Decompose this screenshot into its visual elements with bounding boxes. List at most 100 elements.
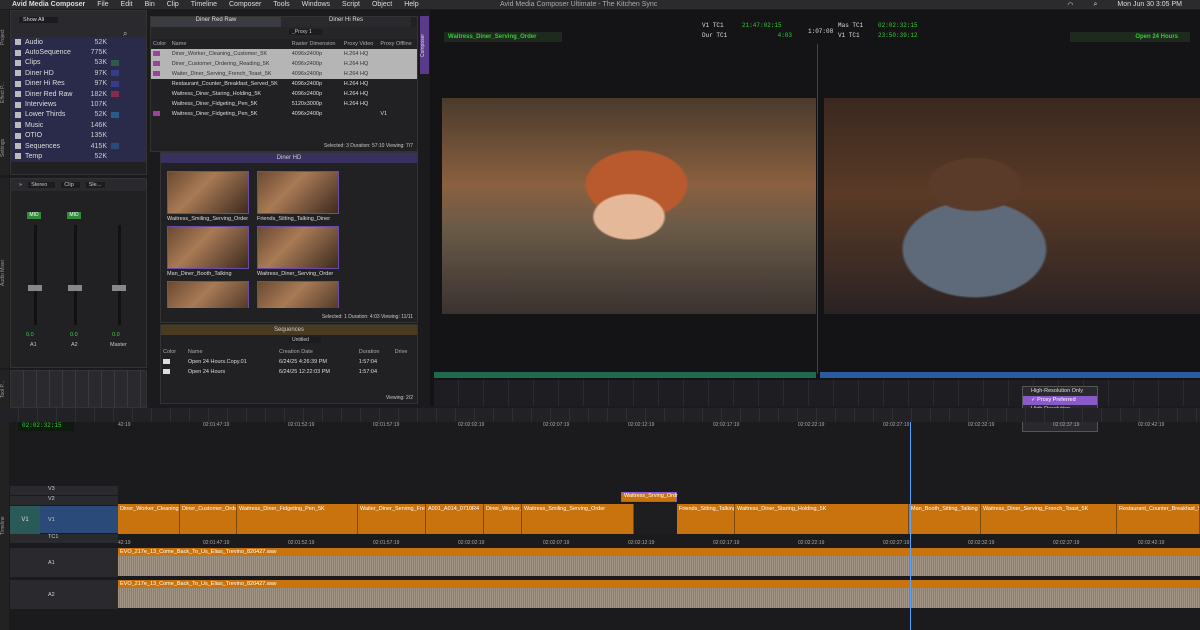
menu-tools[interactable]: Tools [273, 1, 289, 8]
menu-high-res-only[interactable]: High-Resolution Only [1023, 387, 1097, 396]
timeline-clip[interactable]: Waitress_Diner_Fidgeting_Pen_5K [237, 504, 358, 534]
wifi-icon[interactable]: ◠ [1067, 1, 1073, 9]
a2-fader[interactable] [68, 285, 82, 291]
project-filter-select[interactable]: Show All [19, 17, 59, 23]
seq-col-drive[interactable]: Drive [393, 347, 417, 357]
tab-effect-palette[interactable]: Effect P... [0, 65, 9, 120]
timeline-clip[interactable]: Diner_Customer_Orde [180, 504, 237, 534]
tab-diner-red-raw[interactable]: Diner Red Raw [151, 17, 281, 27]
frame-item[interactable]: Waitress_Smiling_Serving_Order [167, 171, 253, 222]
table-row[interactable]: Waitress_Diner_Fidgeting_Pen_5K 5120x3000… [151, 99, 417, 109]
tab-settings[interactable]: Settings [0, 120, 9, 175]
col-name[interactable]: Name [170, 39, 290, 49]
table-row[interactable]: Restaurant_Counter_Breakfast_Served_5K 40… [151, 79, 417, 89]
frame-item[interactable]: Man_Booth_Sitting_Talking [167, 281, 253, 308]
source-clip-menu[interactable]: Waitress_Diner_Serving_Order [444, 32, 562, 42]
sequences-select[interactable]: Untitled [289, 337, 321, 343]
timeline-toolbar[interactable] [0, 408, 1200, 422]
a1-fader[interactable] [28, 285, 42, 291]
timeline-clip[interactable]: Waitress_Diner_Staring_Holding_5K [735, 504, 909, 534]
tab-tool-palette[interactable]: Tool P... [0, 370, 9, 408]
bin-item[interactable]: Lower Thirds 52K [11, 109, 146, 121]
timeline-clip[interactable]: Restaurant_Counter_Breakfast_Se [1117, 504, 1200, 534]
bin-item[interactable]: Temp 52K [11, 151, 146, 162]
mixer-clip-select[interactable]: Clip [61, 182, 80, 188]
timeline-clip[interactable]: Waiter_Diner_Serving_Frenc [358, 504, 426, 534]
table-row[interactable]: Open 24 Hours 6/24/25 12:22:03 PM 1:57:04 [161, 367, 417, 377]
col-raster[interactable]: Raster Dimension [290, 39, 342, 49]
frame-item[interactable]: Waitress_Diner_Serving_Order [257, 226, 343, 277]
frame-item[interactable]: Friends_Sitting_Talking_Diner [257, 171, 343, 222]
timeline-clip[interactable]: Diner_Worker_S [484, 504, 522, 534]
master-fader[interactable] [112, 285, 126, 291]
menu-timeline[interactable]: Timeline [191, 1, 217, 8]
frame-item[interactable]: Man_Diner_Booth_Talking [167, 226, 253, 277]
bin-item[interactable]: OTIO 135K [11, 130, 146, 141]
project-search-icon[interactable]: ⌕ [123, 29, 127, 39]
bin-item[interactable]: Diner Hi Res 97K [11, 78, 146, 89]
track-a1[interactable]: A1 [10, 548, 118, 578]
source-position-bar[interactable] [434, 372, 816, 378]
tool-palette[interactable] [10, 370, 147, 408]
mixer-chevron-icon[interactable]: » [19, 182, 22, 188]
seq-col-color[interactable]: Color [161, 347, 186, 357]
bin-item[interactable]: Interviews 107K [11, 99, 146, 110]
search-icon[interactable]: ⌕ [1093, 1, 1097, 9]
v2-clip[interactable]: Waitress_Srving_Ordr [621, 492, 678, 502]
table-row[interactable]: Waitress_Diner_Staring_Holding_5K 4096x24… [151, 89, 417, 99]
record-position-bar[interactable] [820, 372, 1200, 378]
menu-bin[interactable]: Bin [145, 1, 155, 8]
col-color[interactable]: Color [151, 39, 170, 49]
bin-item[interactable]: AutoSequence 775K [11, 47, 146, 58]
app-menu[interactable]: Avid Media Composer [12, 1, 85, 8]
track-v3[interactable]: V3 [10, 486, 118, 496]
record-seq-menu[interactable]: Open 24 Hours [1070, 32, 1190, 42]
mixer-sle-select[interactable]: Sle... [85, 182, 106, 188]
proxy-select[interactable]: _Proxy 1 [289, 29, 322, 35]
timeline-clip[interactable]: Waitress_Smiling_Serving_Order [522, 504, 634, 534]
menu-windows[interactable]: Windows [302, 1, 330, 8]
source-v1-patch[interactable]: V1 [10, 506, 40, 534]
tab-timeline[interactable]: Timeline [0, 422, 9, 630]
a2-audio-clip[interactable]: EVO_217e_13_Come_Back_To_Us_Elias_Trevin… [118, 580, 1200, 608]
a1-audio-clip[interactable]: EVO_217e_13_Come_Back_To_Us_Elias_Trevin… [118, 548, 1200, 576]
timeline-clip[interactable]: Waitress_Diner_Serving_French_Toast_5K [981, 504, 1117, 534]
a1-pan-mid[interactable]: MID [27, 212, 41, 219]
menu-clip[interactable]: Clip [167, 1, 179, 8]
table-row[interactable]: Waiter_Diner_Serving_French_Toast_5K 4096… [151, 69, 417, 79]
tab-composer[interactable]: Composer [420, 16, 429, 74]
mixer-stereo-select[interactable]: Stereo [28, 182, 56, 188]
bin-item[interactable]: Music 146K [11, 120, 146, 131]
tab-diner-hi-res[interactable]: Diner Hi Res [281, 17, 411, 27]
table-row[interactable]: Open 24 Hours.Copy.01 6/24/25 4:26:39 PM 1… [161, 357, 417, 367]
menu-object[interactable]: Object [372, 1, 392, 8]
record-monitor[interactable] [824, 98, 1200, 314]
timeline-clip[interactable]: Friends_Sitting_Talking_I [677, 504, 735, 534]
menu-file[interactable]: File [97, 1, 108, 8]
bin-item[interactable]: Sequences 415K [11, 140, 146, 152]
tab-audio-mixer[interactable]: Audio Mixer [0, 178, 9, 368]
menu-help[interactable]: Help [404, 1, 418, 8]
source-monitor[interactable] [442, 98, 816, 314]
track-v2[interactable]: V2 [10, 496, 118, 506]
table-row[interactable]: Diner_Customer_Ordering_Reading_5K 4096x2… [151, 59, 417, 69]
bin-item[interactable]: Clips 53K [11, 57, 146, 69]
timeline-position-indicator[interactable] [910, 422, 911, 630]
seq-col-date[interactable]: Creation Date [277, 347, 357, 357]
menu-edit[interactable]: Edit [121, 1, 133, 8]
table-row[interactable]: Waitress_Diner_Fidgeting_Pen_5K 4096x2400… [151, 109, 417, 119]
timeline-clip[interactable]: A001_A014_0710R4 [426, 504, 484, 534]
a2-pan-mid[interactable]: MID [67, 212, 81, 219]
menu-composer[interactable]: Composer [229, 1, 261, 8]
bin-item[interactable]: Diner HD 97K [11, 68, 146, 79]
table-row[interactable]: Diner_Worker_Cleaning_Customer_5K 4096x24… [151, 49, 417, 59]
frame-item[interactable]: Friends_Sitting_Talking_Dir [257, 281, 343, 308]
menu-proxy-preferred[interactable]: ✓ Proxy Preferred [1023, 396, 1097, 405]
seq-col-name[interactable]: Name [186, 347, 277, 357]
timeline-ruler[interactable]: 42:19 02:01:47:19 02:01:52:19 02:01:57:19 02… [118, 422, 1200, 432]
col-proxy-offline[interactable]: Proxy Offline [378, 39, 417, 49]
tab-project[interactable]: Project [0, 10, 9, 65]
timeline-clip[interactable]: Man_Booth_Sitting_Talking [909, 504, 981, 534]
timeline-clip[interactable]: Diner_Worker_Cleaning_ [118, 504, 180, 534]
col-proxy-video[interactable]: Proxy Video [342, 39, 379, 49]
